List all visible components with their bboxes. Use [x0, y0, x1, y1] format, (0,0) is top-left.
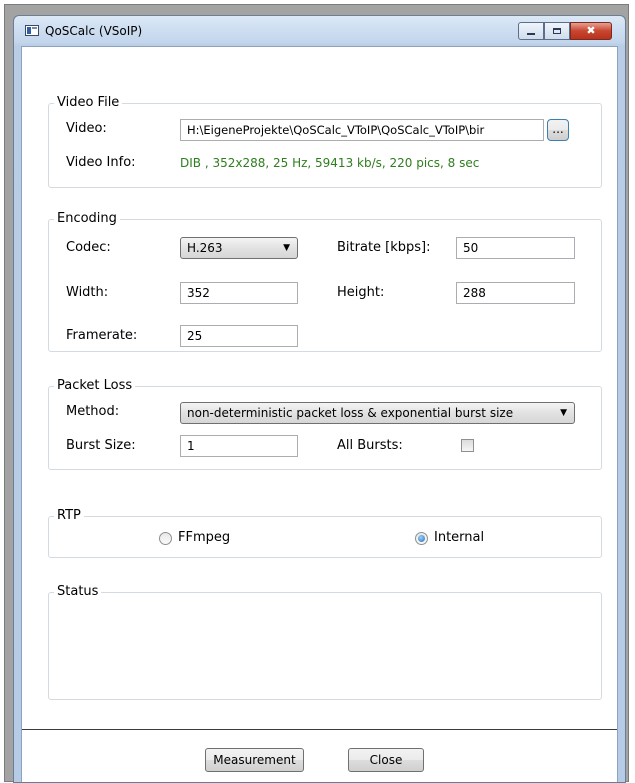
- codec-label: Codec:: [66, 240, 111, 255]
- all-bursts-checkbox[interactable]: [461, 439, 474, 452]
- method-value: non-deterministic packet loss & exponent…: [187, 406, 514, 420]
- minimize-icon: [527, 33, 535, 35]
- rtp-group-title: RTP: [54, 508, 84, 523]
- chevron-down-icon: ▼: [283, 243, 290, 253]
- encoding-group-title: Encoding: [54, 211, 120, 226]
- method-label: Method:: [66, 404, 120, 419]
- window-title: QoSCalc (VSoIP): [45, 24, 143, 38]
- codec-value: H.263: [187, 241, 223, 255]
- height-label: Height:: [337, 285, 385, 300]
- height-input[interactable]: [456, 282, 575, 304]
- app-window: QoSCalc (VSoIP) ✖ Video File Video: ... …: [13, 15, 626, 783]
- framerate-input[interactable]: [180, 325, 298, 347]
- codec-select[interactable]: H.263 ▼: [180, 237, 298, 259]
- video-path-input[interactable]: [180, 119, 544, 141]
- video-file-group: Video File: [48, 95, 602, 188]
- maximize-button[interactable]: [544, 22, 570, 40]
- maximize-icon: [553, 28, 561, 34]
- radio-internal[interactable]: [415, 532, 428, 545]
- burst-size-input[interactable]: [180, 435, 298, 457]
- status-group: Status: [48, 584, 602, 700]
- video-info-text: DIB , 352x288, 25 Hz, 59413 kb/s, 220 pi…: [180, 156, 480, 170]
- width-label: Width:: [66, 285, 109, 300]
- radio-internal-label[interactable]: Internal: [434, 530, 484, 545]
- dialog-body: Video File Video: ... Video Info: DIB , …: [21, 46, 618, 782]
- close-icon: ✖: [586, 24, 596, 37]
- close-window-button[interactable]: ✖: [570, 22, 612, 40]
- radio-ffmpeg[interactable]: [159, 532, 172, 545]
- rtp-group: RTP: [48, 508, 602, 558]
- close-button[interactable]: Close: [348, 748, 424, 772]
- burst-size-label: Burst Size:: [66, 438, 136, 453]
- chevron-down-icon: ▼: [560, 408, 567, 418]
- bitrate-label: Bitrate [kbps]:: [337, 240, 431, 255]
- title-bar: QoSCalc (VSoIP) ✖: [14, 16, 625, 46]
- radio-ffmpeg-label[interactable]: FFmpeg: [178, 530, 230, 545]
- app-window-icon: [25, 25, 39, 36]
- method-select[interactable]: non-deterministic packet loss & exponent…: [180, 402, 575, 424]
- all-bursts-label: All Bursts:: [337, 438, 403, 453]
- video-file-group-title: Video File: [54, 95, 123, 110]
- packet-loss-group: Packet Loss: [48, 378, 602, 470]
- measurement-button[interactable]: Measurement: [205, 748, 304, 772]
- video-label: Video:: [66, 121, 107, 136]
- framerate-label: Framerate:: [66, 328, 138, 343]
- bitrate-input[interactable]: [456, 237, 575, 259]
- button-bar-separator: [22, 729, 617, 730]
- width-input[interactable]: [180, 282, 298, 304]
- minimize-button[interactable]: [518, 22, 544, 40]
- video-info-label: Video Info:: [66, 155, 136, 170]
- packet-loss-group-title: Packet Loss: [54, 378, 136, 393]
- browse-button[interactable]: ...: [547, 119, 569, 141]
- status-group-title: Status: [54, 584, 102, 599]
